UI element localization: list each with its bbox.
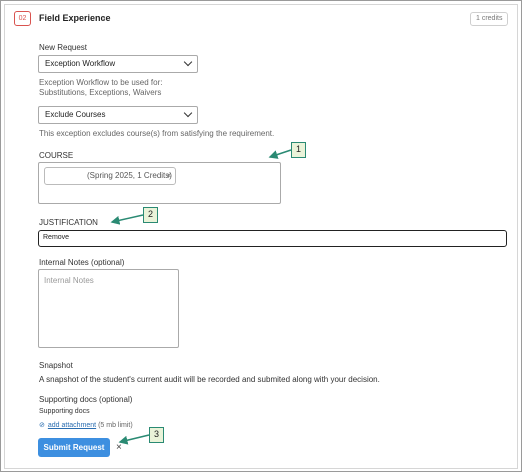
callout-3-arrow [118,434,150,445]
callout-arrows [110,149,292,445]
callout-1-arrow [268,149,292,159]
callout-2-arrow [110,214,144,225]
